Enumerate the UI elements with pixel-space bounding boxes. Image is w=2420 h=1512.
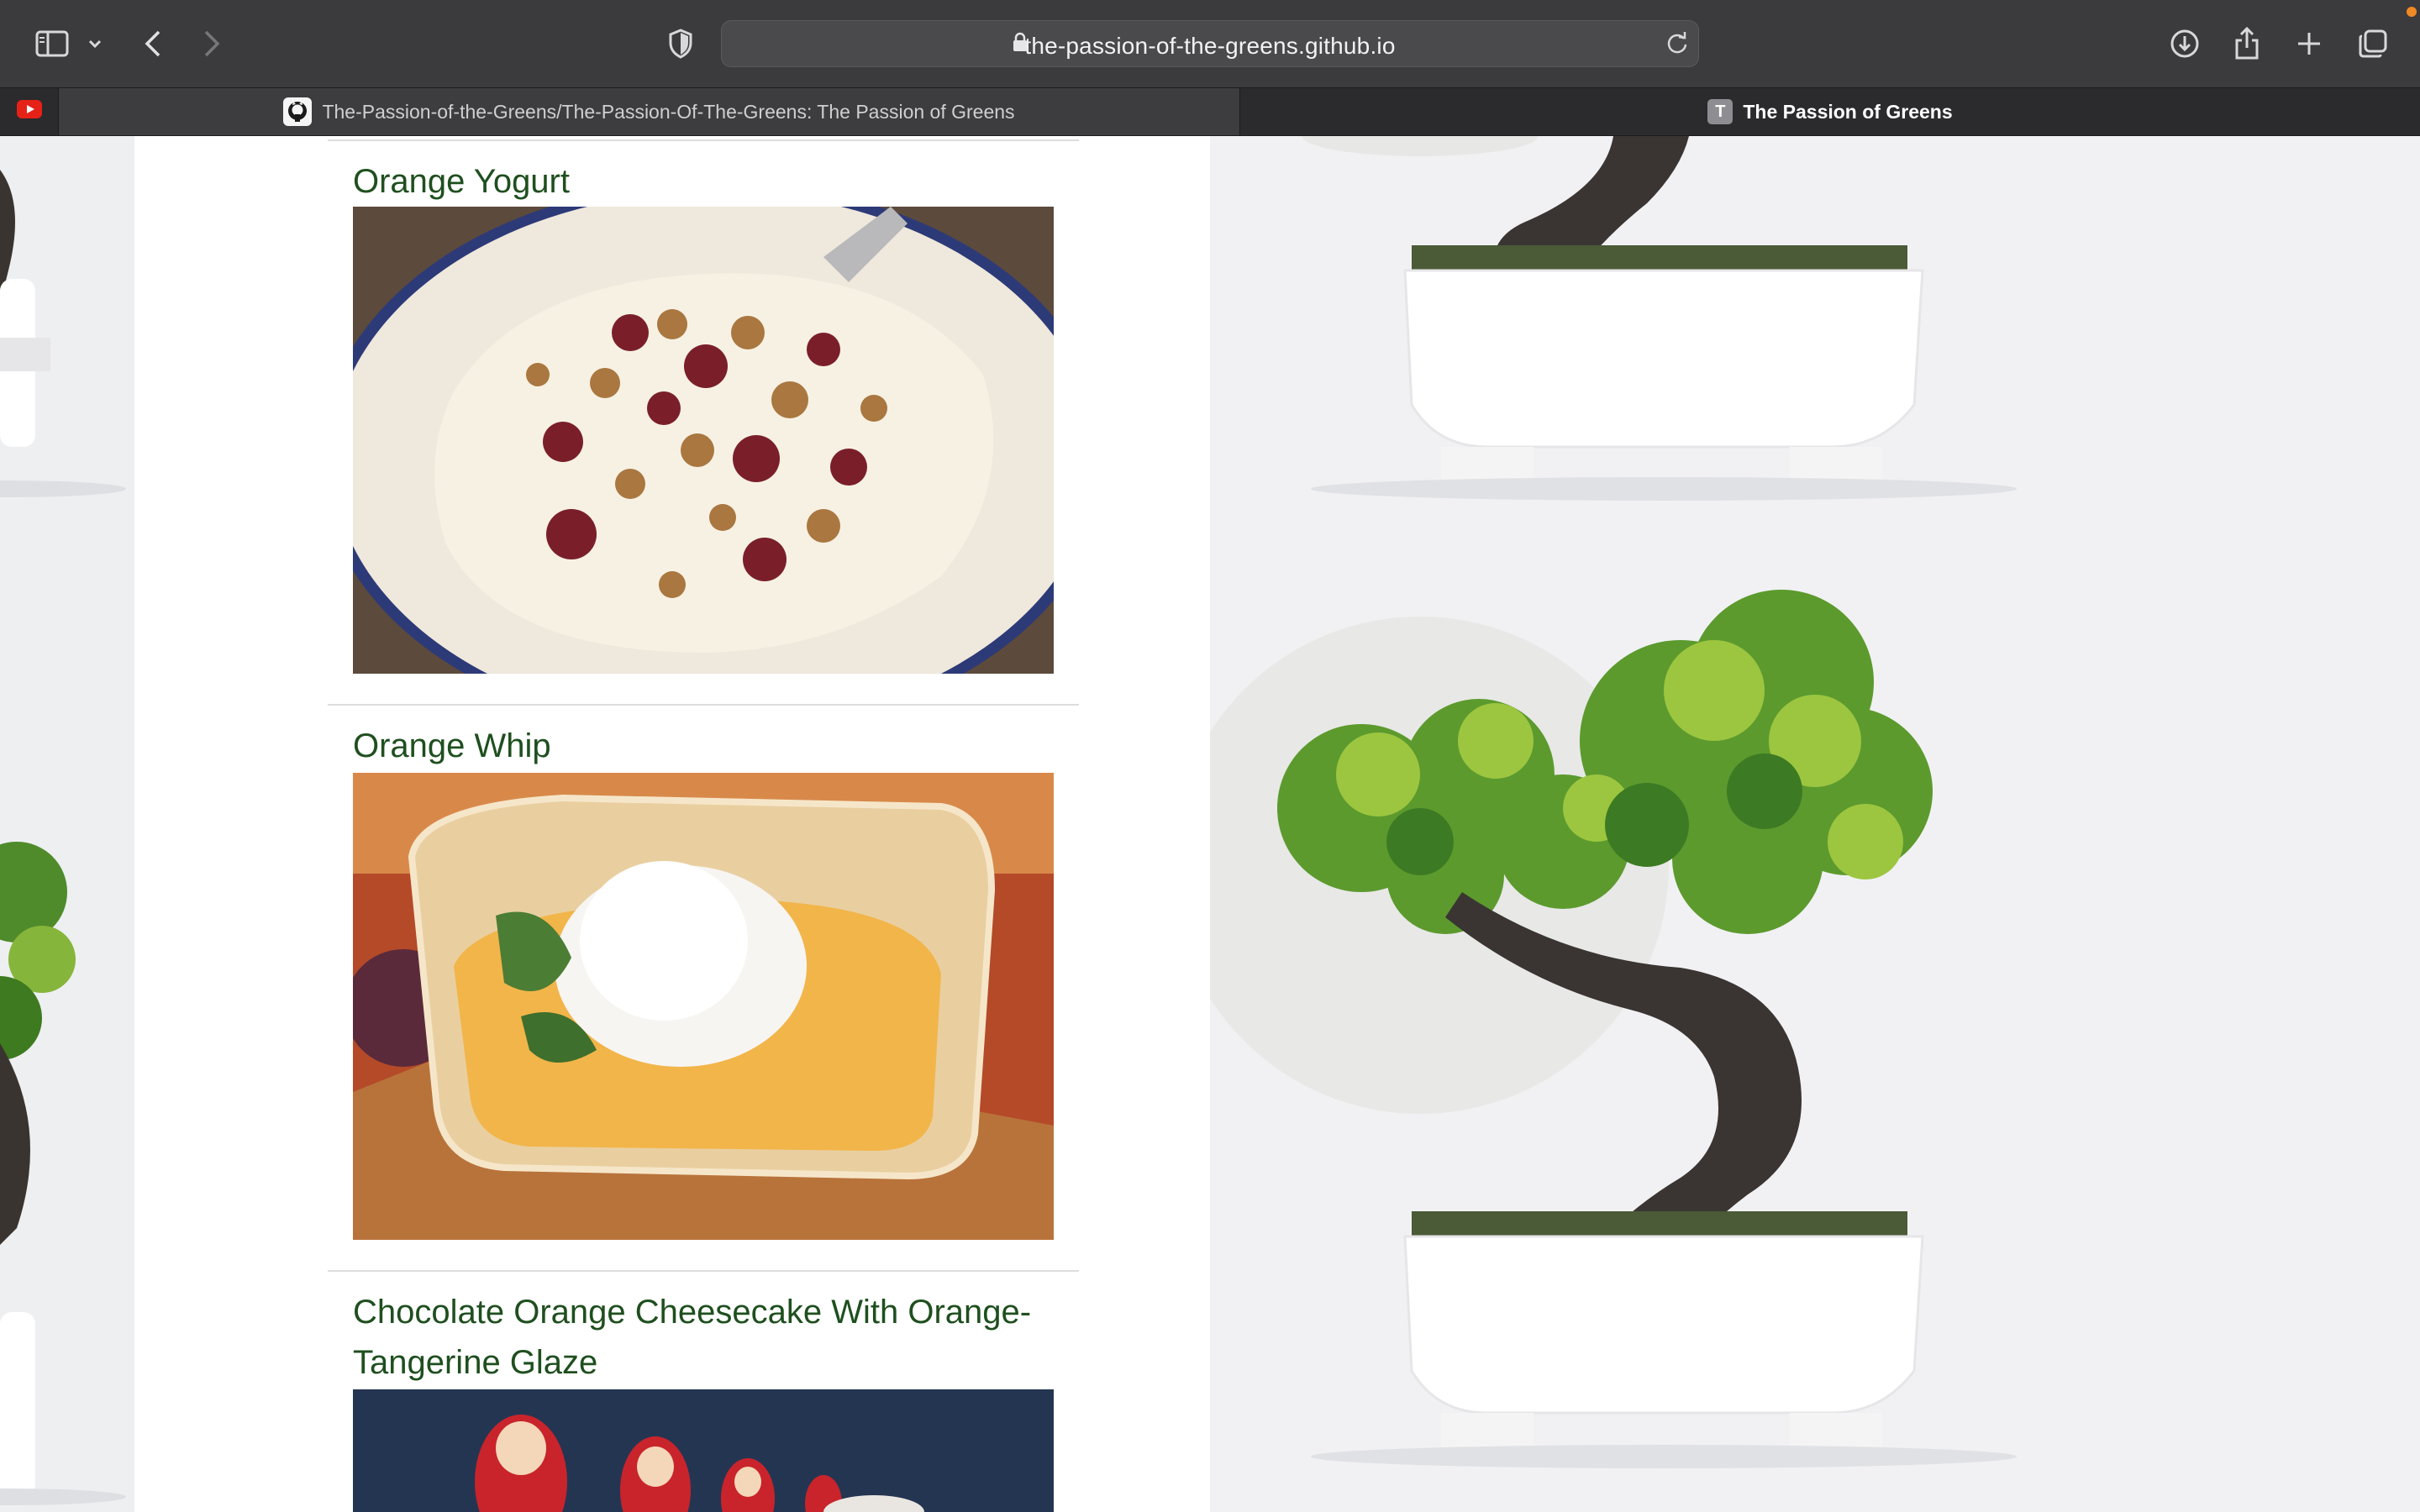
- tab-passion-of-greens[interactable]: T The Passion of Greens: [1240, 88, 2420, 135]
- forward-arrow-icon[interactable]: [195, 18, 229, 69]
- divider: [328, 139, 1079, 141]
- chevron-down-icon[interactable]: [82, 18, 108, 69]
- divider: [328, 1270, 1079, 1272]
- tab-overview-icon[interactable]: [2354, 18, 2391, 69]
- notification-dot: [2407, 7, 2417, 17]
- recipe-list: Orange Yogurt Orange Whip Chocolate Oran…: [134, 136, 1210, 1512]
- share-icon[interactable]: [2228, 18, 2265, 69]
- address-bar[interactable]: the-passion-of-the-greens.github.io: [721, 20, 1699, 67]
- youtube-icon: [16, 100, 42, 123]
- reload-icon[interactable]: [1665, 31, 1689, 59]
- privacy-shield-icon[interactable]: [664, 18, 697, 69]
- url-text: the-passion-of-the-greens.github.io: [1024, 33, 1396, 59]
- pinned-tab-youtube[interactable]: [0, 88, 59, 135]
- divider: [328, 704, 1079, 706]
- recipe-title[interactable]: Orange Yogurt: [353, 156, 1092, 207]
- site-letter-icon: T: [1707, 99, 1733, 124]
- orange-whip-photo[interactable]: [353, 773, 1054, 1240]
- browser-toolbar: the-passion-of-the-greens.github.io: [0, 0, 2420, 87]
- tab-github-repo[interactable]: The-Passion-of-the-Greens/The-Passion-Of…: [59, 88, 1240, 135]
- github-icon: [283, 97, 313, 126]
- background-bonsai-left: [0, 136, 134, 1512]
- chocolate-orange-cheesecake-photo[interactable]: [353, 1389, 1054, 1512]
- background-bonsai-image: [1210, 136, 2420, 1512]
- tab-label: The-Passion-of-the-Greens/The-Passion-Of…: [322, 100, 1015, 123]
- tab-label: The Passion of Greens: [1743, 100, 1953, 123]
- tab-bar: The-Passion-of-the-Greens/The-Passion-Of…: [0, 87, 2420, 136]
- orange-yogurt-photo[interactable]: [353, 207, 1054, 674]
- recipe-title[interactable]: Orange Whip: [353, 721, 1092, 771]
- new-tab-icon[interactable]: [2291, 18, 2328, 69]
- download-icon[interactable]: [2166, 18, 2203, 69]
- web-page: Orange Yogurt Orange Whip Chocolate Oran…: [0, 136, 2420, 1512]
- back-arrow-icon[interactable]: [136, 18, 170, 69]
- recipe-title[interactable]: Chocolate Orange Cheesecake With Orange-…: [353, 1287, 1092, 1388]
- lock-icon: [1013, 32, 1028, 56]
- sidebar-toggle-icon[interactable]: [30, 18, 74, 69]
